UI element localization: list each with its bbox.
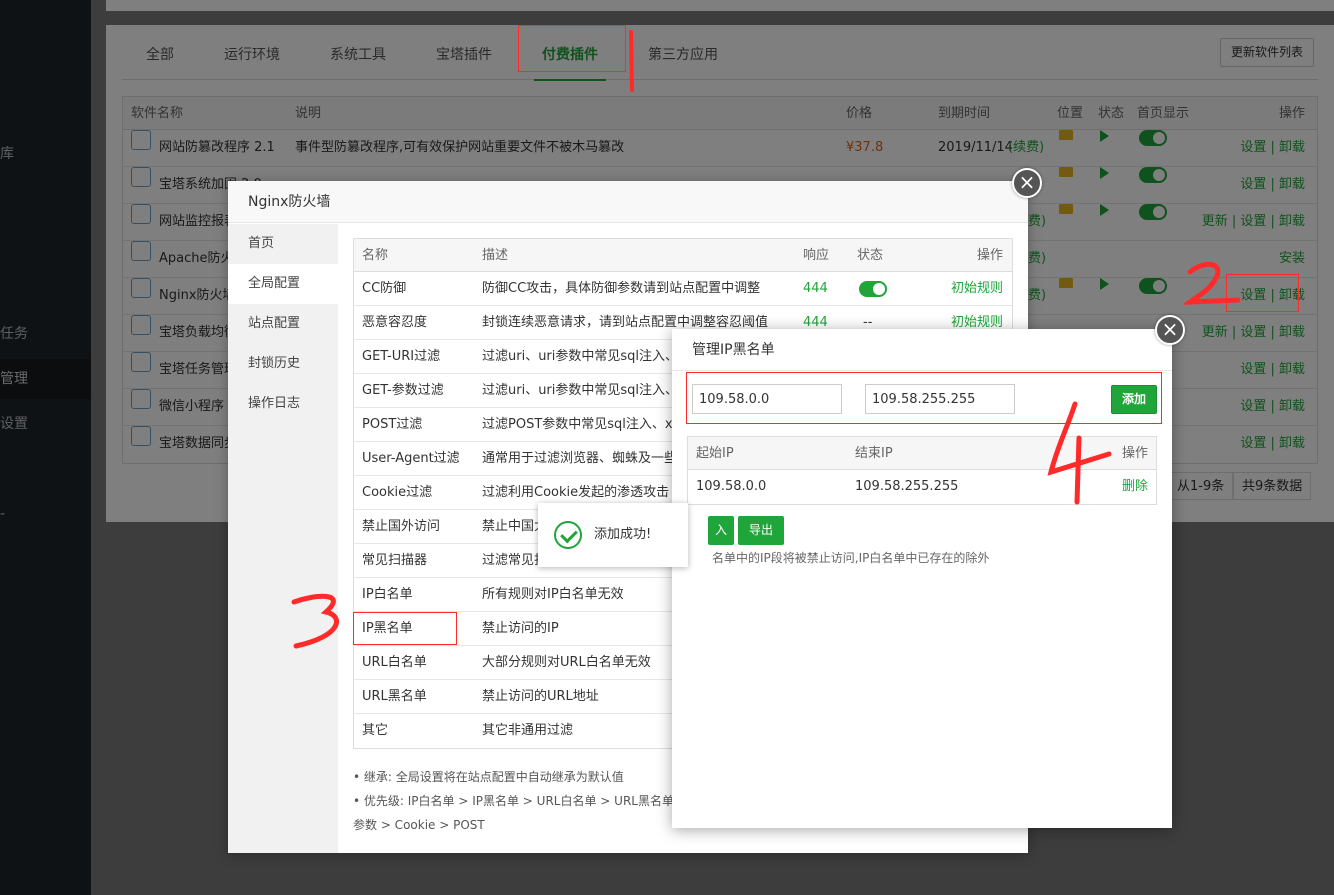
menu-item-block-history[interactable]: 封锁历史 bbox=[228, 344, 338, 384]
rule-name: GET-参数过滤 bbox=[362, 383, 444, 398]
note-priority: • 优先级: IP白名单 > IP黑名单 > URL白名单 > URL黑名单 bbox=[353, 794, 674, 808]
note-inherit: • 继承: 全局设置将在站点配置中自动继承为默认值 bbox=[353, 770, 624, 784]
rule-desc: 过滤uri、uri参数中常见sql注入、xs bbox=[482, 383, 693, 398]
annotation-box-paid-plugins bbox=[518, 25, 626, 72]
dialog-title: Nginx防火墙 bbox=[228, 181, 1028, 223]
col-ip-ops: 操作 bbox=[1121, 446, 1148, 461]
note-priority-cont: 参数 > Cookie > POST bbox=[353, 818, 485, 832]
rule-name: 其它 bbox=[362, 723, 389, 738]
col-end-ip: 结束IP bbox=[855, 446, 893, 461]
annotation-box-ip-form bbox=[686, 372, 1162, 424]
rule-name: GET-URI过滤 bbox=[362, 349, 441, 364]
menu-item-op-log[interactable]: 操作日志 bbox=[228, 384, 338, 424]
rule-desc: 通常用于过滤浏览器、蜘蛛及一些自 bbox=[482, 451, 691, 466]
rule-desc: 所有规则对IP白名单无效 bbox=[482, 587, 624, 602]
success-toast: 添加成功! bbox=[538, 503, 688, 567]
ip-table-header: 起始IP 结束IP 操作 bbox=[688, 437, 1156, 470]
rule-desc: 禁止访问的IP bbox=[482, 621, 559, 636]
close-firewall-dialog-button[interactable]: × bbox=[1012, 168, 1042, 198]
rule-name: User-Agent过滤 bbox=[362, 451, 460, 466]
rule-desc: 防御CC攻击，具体防御参数请到站点配置中调整 bbox=[482, 281, 761, 296]
rule-desc: 其它非通用过滤 bbox=[482, 723, 574, 738]
close-ip-dialog-button[interactable]: × bbox=[1155, 315, 1185, 345]
col-rule-ops: 操作 bbox=[976, 248, 1003, 263]
col-rule-state: 状态 bbox=[857, 248, 884, 263]
rule-name: POST过滤 bbox=[362, 417, 423, 432]
firewall-notes: • 继承: 全局设置将在站点配置中自动继承为默认值 • 优先级: IP白名单 >… bbox=[353, 765, 683, 837]
rule-desc: 过滤uri、uri参数中常见sql注入、xs bbox=[482, 349, 693, 364]
ip-blacklist-table: 起始IP 结束IP 操作 109.58.0.0 109.58.255.255 删… bbox=[687, 436, 1157, 505]
annotation-box-ip-blacklist bbox=[353, 612, 457, 645]
delete-ip-link[interactable]: 删除 bbox=[1122, 470, 1148, 504]
menu-item-home[interactable]: 首页 bbox=[228, 224, 338, 264]
rule-desc: 禁止访问的URL地址 bbox=[482, 689, 599, 704]
col-rule-resp: 响应 bbox=[803, 248, 830, 263]
export-button[interactable]: 导出 bbox=[738, 516, 784, 545]
rule-name: URL白名单 bbox=[362, 655, 427, 670]
rule-resp: 444 bbox=[803, 281, 828, 296]
ip-blacklist-note: 名单中的IP段将被禁止访问,IP白名单中已存在的除外 bbox=[712, 551, 990, 565]
rule-toggle[interactable] bbox=[859, 281, 887, 297]
menu-item-global-config[interactable]: 全局配置 bbox=[228, 264, 338, 304]
rule-name: IP白名单 bbox=[362, 587, 413, 602]
table-row: 109.58.0.0 109.58.255.255 删除 bbox=[688, 470, 1156, 504]
menu-item-site-config[interactable]: 站点配置 bbox=[228, 304, 338, 344]
firewall-menu: 首页 全局配置 站点配置 封锁历史 操作日志 bbox=[228, 224, 338, 853]
rule-name: 禁止国外访问 bbox=[362, 519, 441, 534]
col-rule-desc: 描述 bbox=[482, 248, 509, 263]
import-button[interactable]: 入 bbox=[708, 516, 734, 545]
rule-name: 恶意容忍度 bbox=[362, 315, 428, 330]
row-start-ip: 109.58.0.0 bbox=[696, 479, 767, 494]
col-rule-name: 名称 bbox=[362, 248, 389, 263]
rule-name: URL黑名单 bbox=[362, 689, 427, 704]
rule-reset-link[interactable]: 初始规则 bbox=[951, 272, 1003, 306]
toast-message: 添加成功! bbox=[594, 527, 652, 542]
annotation-box-settings bbox=[1226, 274, 1299, 312]
check-circle-icon bbox=[554, 521, 582, 549]
firewall-table-header: 名称 描述 响应 状态 操作 bbox=[354, 239, 1012, 272]
rule-desc: 大部分规则对URL白名单无效 bbox=[482, 655, 651, 670]
rule-name: 常见扫描器 bbox=[362, 553, 428, 568]
rule-name: Cookie过滤 bbox=[362, 485, 433, 500]
rule-desc: 过滤POST参数中常见sql注入、xss等 bbox=[482, 417, 700, 432]
table-row: CC防御 防御CC攻击，具体防御参数请到站点配置中调整 444 初始规则 bbox=[354, 272, 1012, 306]
rule-name: CC防御 bbox=[362, 281, 407, 296]
ip-dialog-title: 管理IP黑名单 bbox=[672, 329, 1172, 371]
col-start-ip: 起始IP bbox=[696, 446, 734, 461]
row-end-ip: 109.58.255.255 bbox=[855, 479, 959, 494]
